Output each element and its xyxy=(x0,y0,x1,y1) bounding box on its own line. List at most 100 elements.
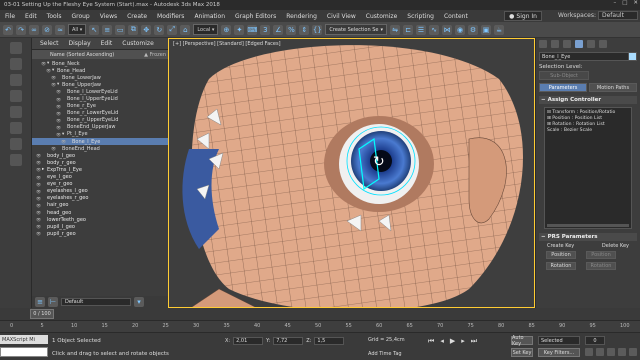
add-time-tag-button[interactable]: Add Time Tag xyxy=(368,351,402,357)
create-rotation-key-button[interactable]: Rotation xyxy=(546,262,576,270)
scene-tree-row[interactable]: 👁 eye_l_geo xyxy=(32,174,168,181)
visibility-eye-icon[interactable]: 👁 xyxy=(56,89,62,94)
timeline-ruler[interactable]: 0 5 10 15 20 25 30 35 40 45 50 55 60 65 70 75 80 85 90 95 10… xyxy=(0,320,640,332)
menu-civil-view[interactable]: Civil View xyxy=(322,13,361,20)
display-lights-icon[interactable] xyxy=(9,106,22,118)
render-setup-icon[interactable]: ⚙ xyxy=(468,24,478,35)
column-frozen-header[interactable]: ▲ Frozen xyxy=(144,52,166,58)
maximize-viewport-icon[interactable] xyxy=(629,348,637,356)
object-color-swatch[interactable] xyxy=(628,52,637,61)
time-slider[interactable]: 0 / 100 xyxy=(0,308,640,320)
scene-tree-row[interactable]: 👁 pupil_l_geo xyxy=(32,223,168,230)
menu-animation[interactable]: Animation xyxy=(189,13,230,20)
maxscript-listener[interactable]: MAXScript Mi xyxy=(0,335,48,344)
menu-scripting[interactable]: Scripting xyxy=(402,13,439,20)
scene-list-header[interactable]: Name (Sorted Ascending) ▲ Frozen xyxy=(32,50,168,59)
menu-rendering[interactable]: Rendering xyxy=(281,13,322,20)
visibility-eye-icon[interactable]: 👁 xyxy=(56,97,62,102)
visibility-eye-icon[interactable]: 👁 xyxy=(36,217,42,222)
display-bones-icon[interactable] xyxy=(9,154,22,166)
snaps-toggle-icon[interactable]: 3 xyxy=(260,24,271,35)
schematic-view-icon[interactable]: ⋈ xyxy=(442,24,452,35)
visibility-eye-icon[interactable]: 👁 xyxy=(36,224,42,229)
visibility-eye-icon[interactable]: 👁 xyxy=(36,175,42,180)
create-selection-set-dropdown[interactable]: Create Selection Se ▾ xyxy=(325,24,387,35)
filter-icon[interactable]: ▾ xyxy=(134,297,144,307)
scene-tree-row[interactable]: 👁 Bone_LowerJaw xyxy=(32,74,168,81)
sign-in-button[interactable]: ● Sign In xyxy=(504,11,542,21)
display-helpers-icon[interactable] xyxy=(9,138,22,150)
layer-dropdown[interactable]: Default xyxy=(61,298,131,306)
display-tab-icon[interactable] xyxy=(587,40,595,48)
prs-parameters-rollout[interactable]: − PRS Parameters xyxy=(539,233,637,241)
play-icon[interactable]: ▶ xyxy=(450,337,455,346)
menu-group[interactable]: Group xyxy=(66,13,94,20)
workspace-dropdown[interactable]: Default xyxy=(598,11,638,20)
material-editor-icon[interactable]: ◉ xyxy=(455,24,465,35)
redo-icon[interactable]: ↷ xyxy=(16,24,26,35)
scene-tree-row[interactable]: 👁 ▸ ExpTrns_l_Eye xyxy=(32,166,168,173)
scene-tree-row[interactable]: 👁 lowerTeeth_geo xyxy=(32,216,168,223)
display-geometry-icon[interactable] xyxy=(9,74,22,86)
bind-space-warp-icon[interactable]: ≈ xyxy=(55,24,65,35)
scene-tree-row[interactable]: 👁 Bone_l_UpperEyeLid xyxy=(32,95,168,102)
selection-filter-dropdown[interactable]: All ▾ xyxy=(68,24,87,35)
select-by-name-icon[interactable]: ≡ xyxy=(102,24,113,35)
visibility-eye-icon[interactable]: 👁 xyxy=(36,231,42,236)
assign-controller-rollout[interactable]: − Assign Controller xyxy=(539,96,637,104)
display-cameras-icon[interactable] xyxy=(9,122,22,134)
object-name-field[interactable]: Bone_l_Eye xyxy=(539,52,637,61)
maximize-button[interactable]: □ xyxy=(622,0,627,6)
menu-create[interactable]: Create xyxy=(122,13,152,20)
scene-tree-row[interactable]: 👁 eye_r_geo xyxy=(32,181,168,188)
visibility-eye-icon[interactable]: 👁 xyxy=(36,182,42,187)
menu-file[interactable]: File xyxy=(0,13,20,20)
link-icon[interactable]: ∞ xyxy=(29,24,39,35)
scene-tree-row[interactable]: 👁 eyelashes_l_geo xyxy=(32,188,168,195)
create-position-key-button[interactable]: Position xyxy=(546,251,576,259)
modify-tab-icon[interactable] xyxy=(551,40,559,48)
visibility-eye-icon[interactable]: 👁 xyxy=(36,153,42,158)
controller-item[interactable]: Scale : Bezier Scale xyxy=(547,128,629,134)
keyboard-shortcut-icon[interactable]: ⌨ xyxy=(247,24,257,35)
undo-icon[interactable]: ↶ xyxy=(3,24,13,35)
motion-tab-icon[interactable] xyxy=(575,40,583,48)
visibility-eye-icon[interactable]: 👁 xyxy=(61,139,67,144)
perspective-viewport[interactable]: ↻ [+] [Perspective] [Standard] [Edged Fa… xyxy=(168,38,535,308)
zoom-icon[interactable] xyxy=(585,348,593,356)
visibility-eye-icon[interactable]: 👁 xyxy=(56,118,62,123)
scene-tree-row[interactable]: 👁 ▾ Bone_Neck xyxy=(32,60,168,67)
y-field[interactable]: 7,72 xyxy=(273,337,304,345)
scene-tree-row[interactable]: 👁 BoneEnd_UpperJaw xyxy=(32,124,168,131)
scene-tree-row[interactable]: 👁 body_l_geo xyxy=(32,152,168,159)
scene-tree-row[interactable]: 👁 body_r_geo xyxy=(32,159,168,166)
select-and-move-icon[interactable]: ✥ xyxy=(141,24,152,35)
tab-customize[interactable]: Customize xyxy=(122,40,154,47)
reference-coordinate-dropdown[interactable]: Local ▾ xyxy=(193,24,219,35)
key-selection-dropdown[interactable]: Selected xyxy=(538,336,580,345)
z-field[interactable]: 1,5 xyxy=(314,337,345,345)
menu-views[interactable]: Views xyxy=(95,13,122,20)
hierarchy-icon[interactable]: ⊢ xyxy=(48,297,58,307)
pivot-center-icon[interactable]: ⊕ xyxy=(221,24,232,35)
scene-tree-row[interactable]: 👁 ▾ Bone_UpperJaw xyxy=(32,81,168,88)
scene-tree-row[interactable]: 👁 Bone_r_Eye xyxy=(32,103,168,110)
column-name-header[interactable]: Name (Sorted Ascending) xyxy=(50,52,114,58)
select-and-scale-icon[interactable]: ⤢ xyxy=(167,24,178,35)
key-filters-button[interactable]: Key Filters... xyxy=(538,348,580,357)
zoom-all-icon[interactable] xyxy=(596,348,604,356)
scene-tree-row[interactable]: 👁 Bone_l_LowerEyeLid xyxy=(32,88,168,95)
scene-tree-row[interactable]: 👁 Bone_r_LowerEyeLid xyxy=(32,110,168,117)
minimize-button[interactable]: – xyxy=(613,0,616,6)
angle-snap-icon[interactable]: ∠ xyxy=(273,24,284,35)
rendered-frame-window-icon[interactable]: ▣ xyxy=(481,24,491,35)
delete-rotation-key-button[interactable]: Rotation xyxy=(586,262,616,270)
edit-named-selection-icon[interactable]: {} xyxy=(312,24,323,35)
orbit-icon[interactable] xyxy=(618,348,626,356)
render-production-icon[interactable]: ☕ xyxy=(494,24,504,35)
menu-content[interactable]: Content xyxy=(439,13,473,20)
layer-explorer-icon[interactable]: ☰ xyxy=(416,24,426,35)
scene-tree-row[interactable]: 👁 ▾ Pt_l_Eye xyxy=(32,131,168,138)
select-and-rotate-icon[interactable]: ↻ xyxy=(154,24,165,35)
visibility-eye-icon[interactable]: 👁 xyxy=(36,160,42,165)
